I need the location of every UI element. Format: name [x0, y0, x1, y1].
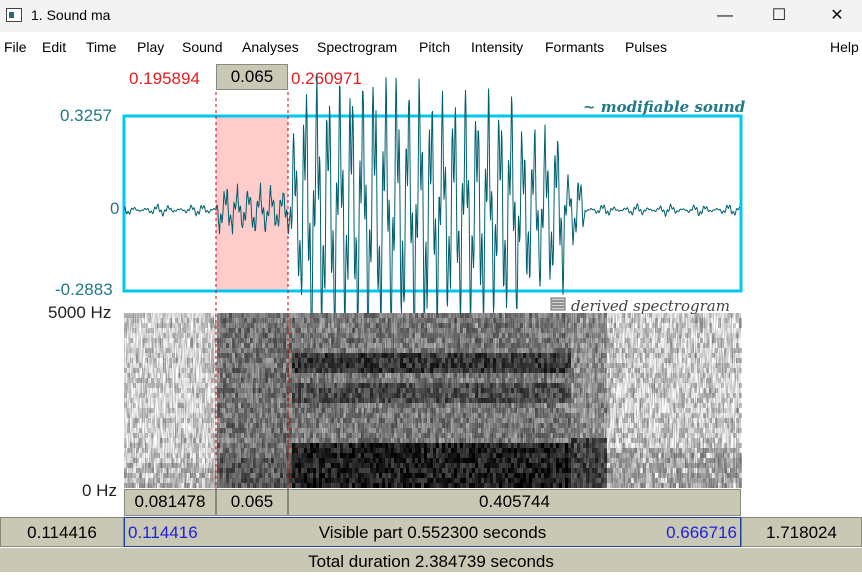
total-duration-button[interactable]: Total duration 2.384739 seconds [0, 548, 862, 572]
spectrogram-icon [551, 298, 565, 310]
spectrogram-texture [124, 313, 741, 488]
spectrogram-ymin: 0 Hz [82, 481, 117, 501]
window-start-button[interactable]: 0.114416 [0, 517, 124, 547]
waveform-yzero: 0 [110, 199, 119, 219]
spectrogram-label: derived spectrogram [571, 297, 730, 315]
waveform-label: ~ modifiable sound [583, 98, 745, 116]
waveform-ymin: -0.2883 [55, 280, 113, 300]
segment-before-button[interactable]: 0.081478 [124, 489, 216, 516]
segment-after-button[interactable]: 0.405744 [288, 489, 741, 516]
window-end-button[interactable]: 1.718024 [741, 517, 862, 547]
visible-part-button[interactable]: 0.114416 Visible part 0.552300 seconds 0… [124, 517, 741, 547]
selection-highlight [216, 117, 288, 290]
waveform-ymax: 0.3257 [60, 106, 112, 126]
visible-part-bar: 0.114416 0.114416 Visible part 0.552300 … [0, 517, 862, 547]
segment-selection-button[interactable]: 0.065 [216, 489, 288, 516]
spectrogram-ymax: 5000 Hz [48, 303, 111, 323]
signal-view[interactable] [0, 0, 862, 572]
visible-part-label: Visible part 0.552300 seconds [125, 518, 740, 548]
visible-end: 0.666716 [666, 518, 737, 548]
